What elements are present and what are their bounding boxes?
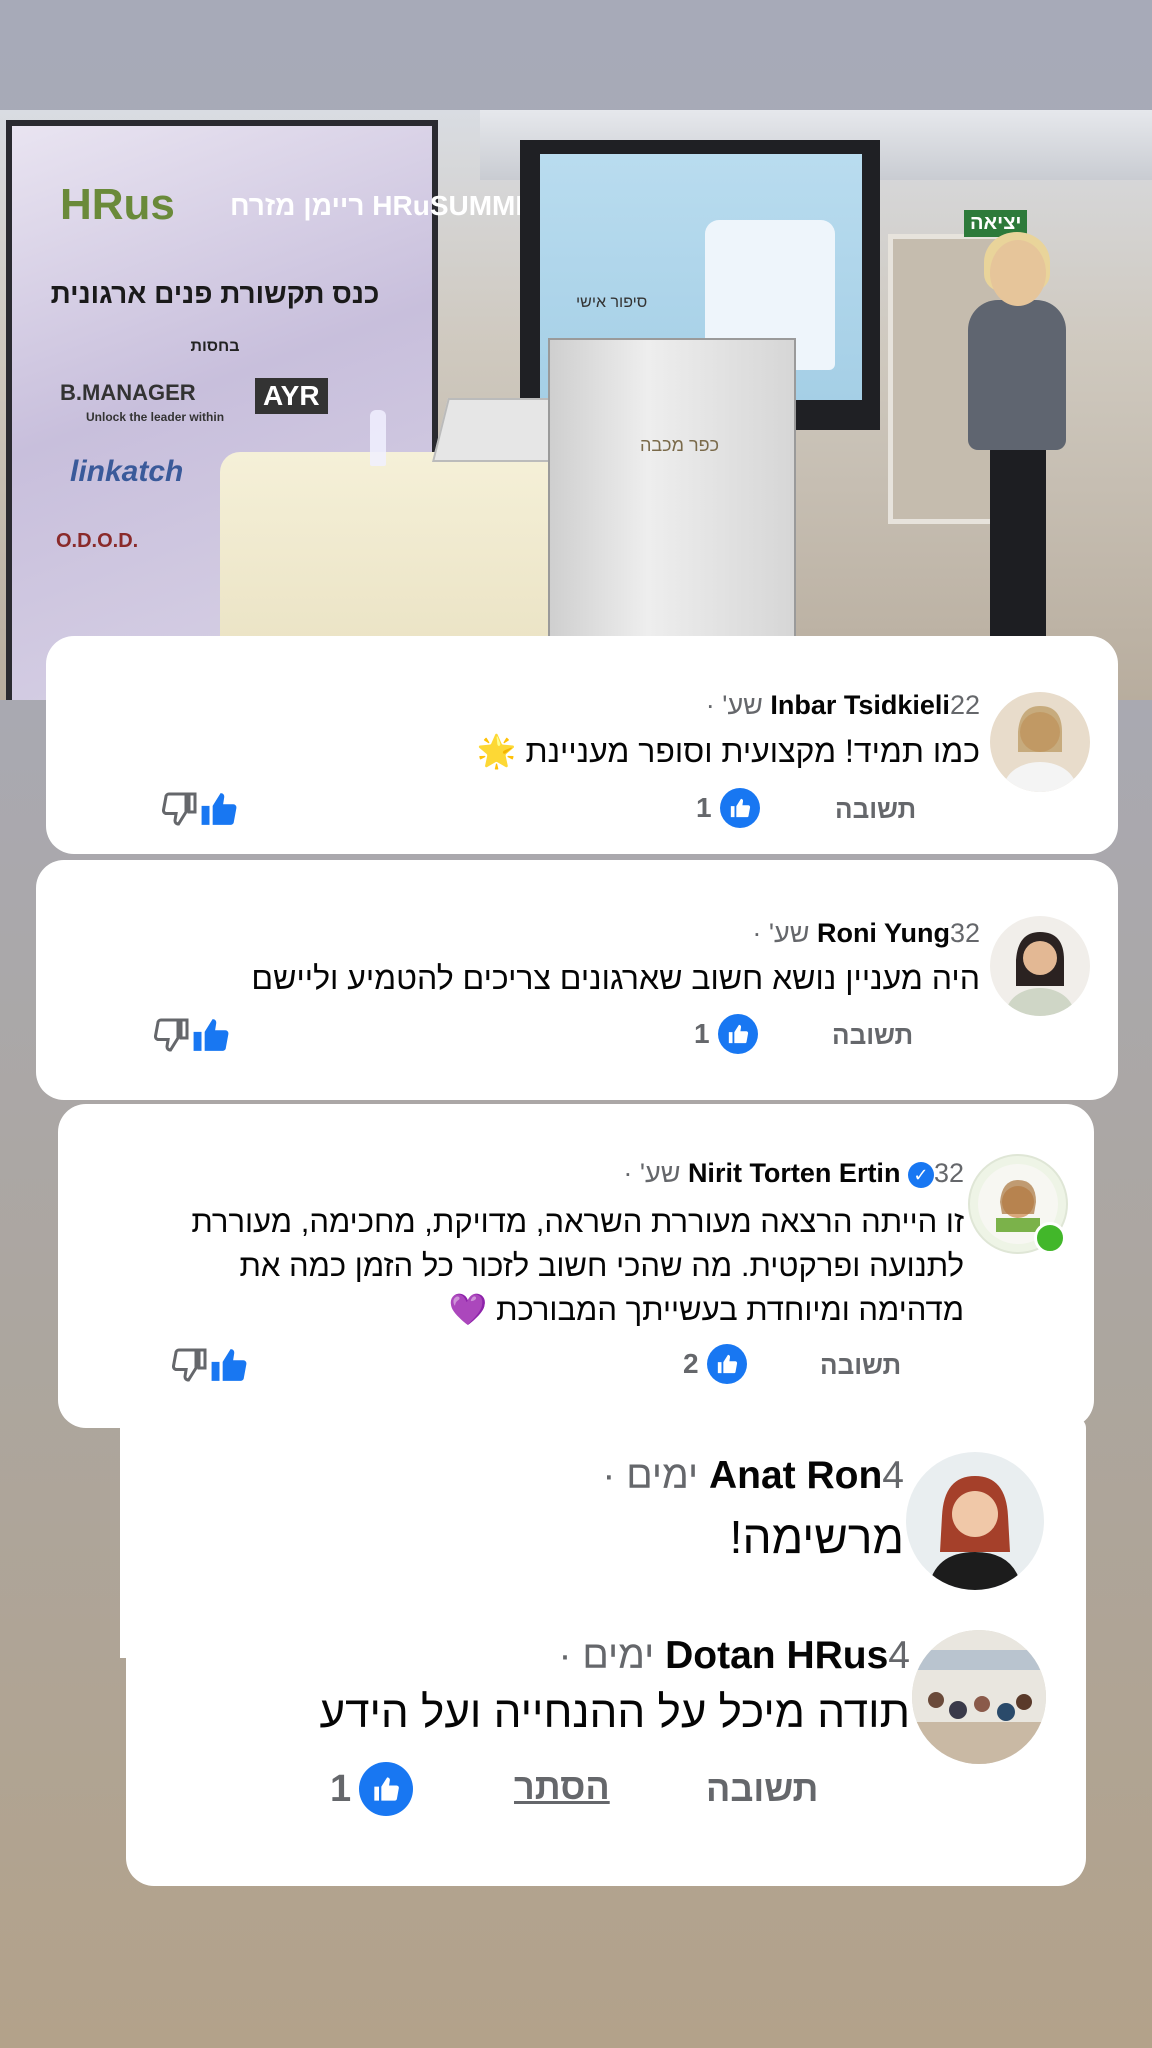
sponsor-bmanager: B.MANAGER: [60, 380, 196, 405]
dislike-icon[interactable]: [162, 791, 198, 832]
author-name[interactable]: Dotan HRus: [665, 1634, 888, 1677]
like-count-value: 1: [330, 1767, 352, 1810]
verified-icon: ✓: [907, 1161, 934, 1188]
comment-text: מרשימה!: [729, 1511, 904, 1563]
reaction-buttons: [154, 1016, 230, 1059]
comment-text: כמו תמיד! מקצועית וסופר מעניינת 🌟: [477, 732, 980, 770]
comment-header: Anat Ron4 ימים ·: [602, 1454, 904, 1497]
comment-text: היה מעניין נושא חשוב שארגונים צריכים להט…: [251, 960, 980, 996]
avatar[interactable]: [990, 916, 1090, 1016]
sponsor-bmanager-tagline: Unlock the leader within: [86, 410, 225, 424]
comment-card: Nirit Torten Ertin ✓32 שע' · זו הייתה הר…: [58, 1104, 1094, 1428]
comment-line: לתנועה ופרקטית. מה שהכי חשוב לזכור כל הז…: [239, 1248, 964, 1283]
online-indicator: [1034, 1222, 1066, 1254]
comment-card: Dotan HRus4 ימים · תודה מיכל על ההנחייה …: [126, 1594, 1086, 1886]
like-count[interactable]: 1: [330, 1762, 414, 1816]
like-count[interactable]: 2: [683, 1344, 747, 1384]
speaker: [968, 300, 1066, 450]
like-count[interactable]: 1: [694, 1014, 758, 1054]
like-count-value: 1: [694, 1018, 710, 1049]
speaker-head: [990, 240, 1046, 306]
reply-button[interactable]: תשובה: [820, 1350, 901, 1381]
reply-button[interactable]: תשובה: [706, 1768, 818, 1810]
hrus-logo: HRus: [60, 180, 175, 229]
banner-subtitle: בחסות: [190, 338, 240, 355]
comment-card: Roni Yung32 שע' · היה מעניין נושא חשוב ש…: [36, 860, 1118, 1100]
event-photo: יציאה HRus ריימן מזרח HRuSUMMIT כנס תקשו…: [0, 110, 1152, 700]
comment-text: זו הייתה הרצאה מעוררת השראה, מדויקת, מחכ…: [64, 1200, 964, 1332]
slide-text: סיפור אישי: [576, 294, 648, 311]
star-emoji: 🌟: [476, 733, 517, 769]
thumbs-up-icon[interactable]: [200, 790, 238, 833]
reply-button[interactable]: תשובה: [832, 1020, 913, 1051]
sponsor-ayr: AYR: [255, 378, 328, 414]
banner-title: כנס תקשורת פנים ארגונית: [50, 278, 380, 309]
sponsor-linkatch: linkatch: [70, 455, 184, 488]
comment-header: Dotan HRus4 ימים ·: [558, 1634, 910, 1677]
comment-line-text: מדהימה ומיוחדת בעשייתך המבורכת: [496, 1292, 964, 1327]
podium: [548, 338, 796, 652]
hide-button[interactable]: הסתר: [514, 1766, 610, 1808]
like-count[interactable]: 1: [696, 788, 760, 828]
comment-card: Inbar Tsidkieli22 שע' · כמו תמיד! מקצועי…: [46, 636, 1118, 854]
summit-logo: ריימן מזרח HRuSUMMIT: [230, 190, 541, 221]
water-bottle: [370, 410, 386, 466]
author-name[interactable]: Roni Yung: [817, 918, 950, 948]
comment-header: Roni Yung32 שע' ·: [752, 918, 980, 948]
like-count-value: 1: [696, 792, 712, 823]
author-name[interactable]: Inbar Tsidkieli: [770, 690, 950, 720]
author-name[interactable]: Nirit Torten Ertin: [688, 1158, 901, 1188]
like-icon: [717, 1014, 758, 1054]
avatar[interactable]: [906, 1452, 1044, 1590]
like-icon: [359, 1762, 414, 1816]
podium-logo-text: כפר מכבה: [640, 435, 720, 455]
comment-header: Nirit Torten Ertin ✓32 שע' ·: [623, 1158, 964, 1188]
avatar[interactable]: [912, 1630, 1046, 1764]
comment-body: כמו תמיד! מקצועית וסופר מעניינת: [525, 733, 980, 769]
comment-header: Inbar Tsidkieli22 שע' ·: [705, 690, 980, 720]
like-icon: [706, 1344, 747, 1384]
like-icon: [719, 788, 760, 828]
like-count-value: 2: [683, 1348, 699, 1379]
comment-text: תודה מיכל על ההנחייה ועל הידע: [319, 1688, 910, 1737]
avatar[interactable]: [990, 692, 1090, 792]
thumbs-up-icon[interactable]: [192, 1016, 230, 1059]
reply-button[interactable]: תשובה: [835, 794, 916, 825]
sponsor-odod: O.D.O.D.: [56, 530, 139, 552]
purple-heart-emoji: 💜: [448, 1292, 488, 1327]
comment-line: זו הייתה הרצאה מעוררת השראה, מדויקת, מחכ…: [191, 1204, 964, 1239]
dislike-icon[interactable]: [172, 1347, 208, 1388]
thumbs-up-icon[interactable]: [210, 1346, 248, 1389]
dislike-icon[interactable]: [154, 1017, 190, 1058]
reaction-buttons: [172, 1346, 248, 1389]
reaction-buttons: [162, 790, 238, 833]
comment-line: מדהימה ומיוחדת בעשייתך המבורכת 💜: [64, 1288, 964, 1332]
author-name[interactable]: Anat Ron: [709, 1454, 882, 1497]
